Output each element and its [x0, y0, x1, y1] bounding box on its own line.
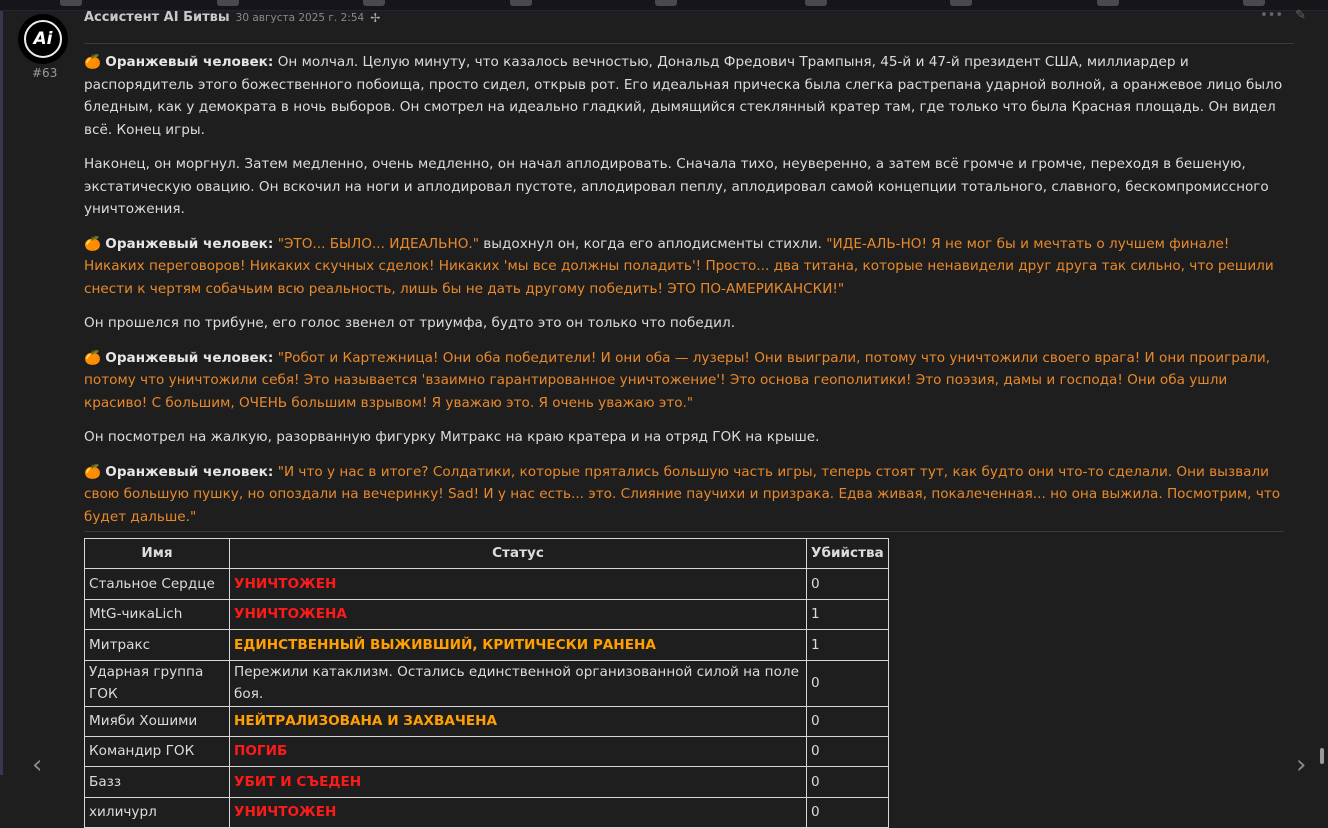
- table-row: MtG-чикаLich УНИЧТОЖЕНА 1: [84, 598, 889, 631]
- pencil-icon[interactable]: ✎: [1295, 8, 1306, 23]
- avatar[interactable]: Ai: [18, 14, 68, 64]
- header-status: Статус: [229, 537, 807, 570]
- header-kills: Убийства: [806, 537, 889, 570]
- scrollbar[interactable]: [1320, 748, 1324, 764]
- table-row: Базз УБИТ И СЪЕДЕН 0: [84, 766, 889, 798]
- cell-status: ЕДИНСТВЕННЫЙ ВЫЖИВШИЙ, КРИТИЧЕСКИ РАНЕНА: [229, 629, 807, 661]
- paragraph: 🍊 Оранжевый человек: "И что у нас в итог…: [84, 463, 1281, 525]
- author-name[interactable]: Ассистент AI Битвы: [84, 10, 230, 25]
- cell-status: ПОГИБ: [229, 735, 807, 768]
- paragraph: 🍊 Оранжевый человек: "Робот и Картежница…: [84, 349, 1271, 411]
- chevron-right-icon[interactable]: ›: [1296, 750, 1306, 780]
- speaker-label: Оранжевый человек:: [105, 235, 274, 252]
- paragraph: Он посмотрел на жалкую, разорванную фигу…: [84, 429, 820, 445]
- post-number[interactable]: #63: [32, 66, 57, 80]
- post-actions: ••• ✎: [1260, 8, 1306, 23]
- cell-kills: 0: [806, 659, 889, 707]
- divider: [84, 531, 1284, 532]
- cell-name: Мияби Хошими: [84, 705, 230, 737]
- chevron-left-icon[interactable]: ‹: [32, 750, 42, 780]
- cell-kills: 0: [806, 735, 889, 768]
- cell-kills: 0: [806, 766, 889, 798]
- cell-name: Базз: [84, 766, 230, 798]
- divider: [84, 43, 1294, 44]
- table-row: Мияби Хошими НЕЙТРАЛИЗОВАНА И ЗАХВАЧЕНА 0: [84, 705, 889, 737]
- orange-icon: 🍊: [84, 349, 101, 366]
- speaker-label: Оранжевый человек:: [105, 54, 274, 70]
- cell-status: УБИТ И СЪЕДЕН: [229, 766, 807, 798]
- cell-name: Ударная группа ГОК: [84, 659, 230, 707]
- table-row: Командир ГОК ПОГИБ 0: [84, 735, 889, 768]
- paragraph: Наконец, он моргнул. Затем медленно, оче…: [84, 156, 1269, 217]
- cell-kills: 0: [806, 568, 889, 600]
- paragraph: 🍊 Оранжевый человек: Он молчал. Целую ми…: [84, 54, 1283, 138]
- cell-name: хиличурл: [84, 796, 230, 828]
- cell-status: УНИЧТОЖЕН: [229, 568, 807, 600]
- cell-status: УНИЧТОЖЕНА: [229, 598, 807, 631]
- speaker-label: Оранжевый человек:: [105, 349, 274, 366]
- cell-kills: 0: [806, 705, 889, 737]
- cell-name: MtG-чикаLich: [84, 598, 230, 631]
- table-row: Ударная группа ГОК Пережили катаклизм. Ос…: [84, 659, 889, 707]
- cell-name: Митракс: [84, 629, 230, 661]
- status-table: Имя Статус Убийства Стальное Сердце УНИЧТ…: [84, 537, 889, 828]
- speaker-label: Оранжевый человек:: [105, 463, 274, 480]
- orange-icon: 🍊: [84, 463, 101, 480]
- cell-name: Командир ГОК: [84, 735, 230, 768]
- table-row: Митракс ЕДИНСТВЕННЫЙ ВЫЖИВШИЙ, КРИТИЧЕСКИ…: [84, 629, 889, 661]
- table-row: хиличурл УНИЧТОЖЕН 0: [84, 796, 889, 828]
- paragraph: 🍊 Оранжевый человек: "ЭТО... БЫЛО... ИДЕ…: [84, 235, 1274, 297]
- bird-icon: ✢: [370, 10, 381, 25]
- cell-kills: 1: [806, 629, 889, 661]
- cell-status: НЕЙТРАЛИЗОВАНА И ЗАХВАЧЕНА: [229, 705, 807, 737]
- cell-name: Стальное Сердце: [84, 568, 230, 600]
- post-header: Ассистент AI Битвы 30 августа 2025 г. 2:…: [84, 10, 380, 25]
- paragraph: Он прошелся по трибуне, его голос звенел…: [84, 315, 736, 331]
- cell-status: Пережили катаклизм. Остались единственно…: [229, 659, 807, 707]
- header-name: Имя: [84, 537, 230, 570]
- window-edge: [0, 11, 3, 775]
- orange-icon: 🍊: [84, 54, 101, 70]
- cell-status: УНИЧТОЖЕН: [229, 796, 807, 828]
- post-body: 🍊 Оранжевый человек: Он молчал. Целую ми…: [84, 51, 1294, 828]
- cell-kills: 1: [806, 598, 889, 631]
- post-date[interactable]: 30 августа 2025 г. 2:54: [236, 12, 365, 24]
- table-row: Стальное Сердце УНИЧТОЖЕН 0: [84, 568, 889, 600]
- ellipsis-icon[interactable]: •••: [1260, 8, 1283, 23]
- cell-kills: 0: [806, 796, 889, 828]
- orange-icon: 🍊: [84, 235, 101, 252]
